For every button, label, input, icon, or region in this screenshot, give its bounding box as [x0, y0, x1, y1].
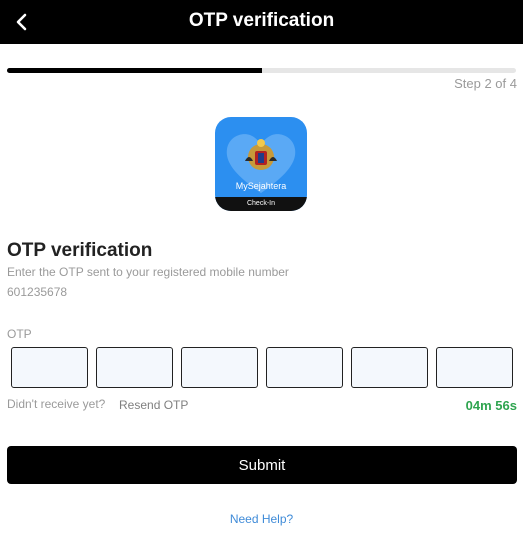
phone-number: 601235678 — [7, 285, 68, 299]
resend-prompt: Didn't receive yet? — [7, 397, 106, 411]
step-indicator: Step 2 of 4 — [454, 76, 517, 91]
otp-digit-5[interactable] — [351, 347, 428, 388]
need-help-link[interactable]: Need Help? — [0, 512, 523, 526]
otp-digit-3[interactable] — [181, 347, 258, 388]
otp-digit-4[interactable] — [266, 347, 343, 388]
header-title: OTP verification — [188, 10, 335, 31]
otp-digit-2[interactable] — [96, 347, 173, 388]
logo-check-in-band: Check-In — [215, 197, 307, 211]
progress-bar — [7, 68, 516, 73]
app-logo: MySejahtera Check-In — [215, 117, 307, 211]
resend-otp-link[interactable]: Resend OTP — [119, 398, 188, 412]
logo-app-name: MySejahtera — [235, 181, 287, 191]
instruction-text: Enter the OTP sent to your registered mo… — [7, 265, 289, 279]
progress-fill — [7, 68, 262, 73]
otp-digit-1[interactable] — [11, 347, 88, 388]
page-title: OTP verification — [7, 240, 153, 261]
countdown-timer: 04m 56s — [465, 398, 517, 413]
app-header: OTP verification — [0, 0, 523, 44]
submit-button[interactable]: Submit — [7, 446, 517, 484]
otp-label: OTP — [7, 327, 32, 341]
otp-digit-6[interactable] — [436, 347, 513, 388]
